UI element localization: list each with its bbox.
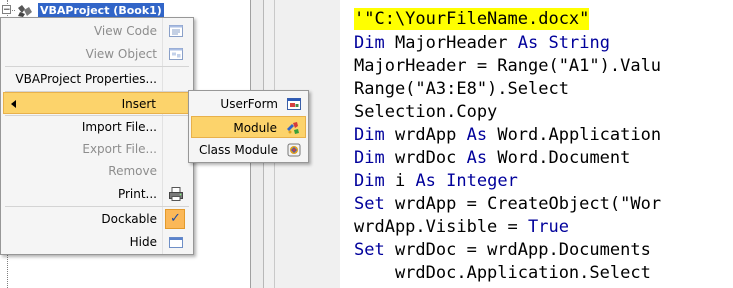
submenu-item-label: Module [233,121,277,135]
code-line: Dim wrdApp As Word.Application [354,124,661,146]
class-module-icon [286,142,302,158]
view-code-icon [168,23,184,39]
menu-separator [5,66,189,67]
menu-item-insert[interactable]: Insert [3,92,191,114]
menu-item-label: VBAProject Properties... [15,72,157,86]
code-text: i [384,171,416,191]
menu-item-print[interactable]: Print... [3,183,191,205]
code-text: Word.Application [487,125,662,145]
menu-item-hide[interactable]: Hide [3,231,191,253]
code-keyword: As [415,171,436,191]
menu-item-label: Hide [129,235,157,249]
code-text: wrdDoc = wrdApp.Documents [384,240,651,260]
project-context-menu: View Code View Object VBAProject Propert… [0,17,194,255]
code-line: Selection.Copy [354,102,498,122]
menu-item-export-file[interactable]: Export File... [3,138,191,160]
code-text: Word.Document [487,148,631,168]
code-line: MajorHeader = Range("A1").Valu [354,56,662,76]
code-keyword: True [528,217,569,237]
userform-icon [286,96,302,112]
view-object-icon [168,46,184,62]
code-line: Set wrdApp = CreateObject("Wor [354,193,661,215]
menu-item-label: Print... [117,187,157,201]
submenu-arrow-icon [11,100,16,108]
submenu-item-class-module[interactable]: Class Module [191,139,306,161]
menu-item-label: Remove [108,164,157,178]
menu-item-remove[interactable]: Remove [3,160,191,182]
code-line: Dim wrdDoc As Word.Document [354,147,630,169]
code-keyword: String [548,33,610,53]
checkmark-glyph: ✓ [170,211,181,226]
code-keyword: As [466,125,488,145]
menu-item-label: Insert [121,97,156,111]
code-keyword: As [517,33,539,53]
submenu-item-label: Class Module [198,143,278,157]
menu-item-project-properties[interactable]: VBAProject Properties... [3,68,191,90]
code-line: Range("A3:E8").Select [354,79,569,99]
code-keyword: Dim [354,171,385,191]
code-keyword: Set [354,194,385,214]
code-keyword: Set [354,240,385,260]
insert-submenu: UserForm Module Class Module [188,90,309,163]
hide-window-icon [168,234,184,250]
tree-collapse-toggle[interactable]: − [2,5,11,15]
code-keyword: Dim [354,148,385,168]
code-text: wrdApp.Visible = [354,217,528,237]
menu-item-label: View Code [93,24,157,38]
menu-item-label: Export File... [82,142,157,156]
menu-item-label: Import File... [81,120,157,134]
code-line: wrdApp.Visible = True [354,216,569,238]
vba-project-icon [16,3,34,17]
menu-item-view-object[interactable]: View Object [3,43,191,65]
code-line: Dim i As Integer [354,170,518,192]
module-icon [285,120,301,136]
menu-item-import-file[interactable]: Import File... [3,116,191,138]
code-editor[interactable]: ​ '"C:\YourFileName.docx" Dim MajorHeade… [340,0,733,288]
printer-icon [168,186,184,202]
submenu-item-label: UserForm [220,97,278,111]
menu-item-label: Dockable [101,212,157,226]
code-line: '"C:\YourFileName.docx" [354,8,590,30]
submenu-item-userform[interactable]: UserForm [191,93,306,115]
menu-item-label: View Object [85,47,157,61]
code-text: wrdApp [384,125,467,145]
vba-project-node[interactable]: VBAProject (Book1) [38,3,164,18]
code-keyword: Dim [354,125,385,145]
code-keyword: As [466,148,488,168]
submenu-item-module[interactable]: Module [191,116,306,138]
code-text: wrdApp = CreateObject("Wor [384,194,662,214]
code-keyword: Integer [446,171,518,191]
code-line: wrdDoc.Application.Select [354,263,651,283]
code-line: Set wrdDoc = wrdApp.Documents [354,239,651,261]
checkmark-icon: ✓ [165,209,185,229]
menu-separator [5,206,189,207]
code-text: MajorHeader [384,33,518,53]
menu-item-view-code[interactable]: View Code [3,20,191,42]
code-line: Dim MajorHeader As String [354,32,610,54]
menu-item-dockable[interactable]: Dockable ✓ [3,208,191,230]
code-text: wrdDoc [384,148,467,168]
code-keyword: Dim [354,33,385,53]
